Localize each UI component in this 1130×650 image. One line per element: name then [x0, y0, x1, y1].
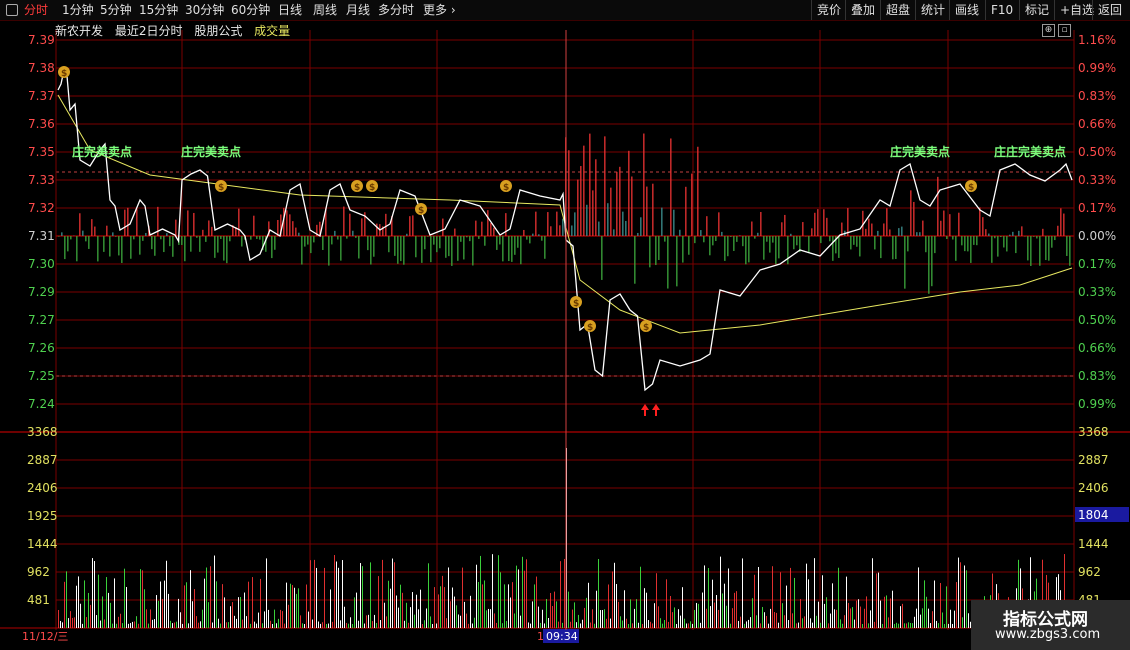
stock-name: 新农开发 [55, 24, 104, 38]
price-tick-left: 7.35 [28, 145, 55, 159]
money-bag-glyph: $ [369, 183, 375, 193]
intraday-chart[interactable]: 7.39 7.38 7.37 7.36 7.35 7.33 7.32 7.31 7.30 7.29… [0, 0, 1130, 650]
volume-tick-right: 1444 [1078, 537, 1109, 551]
sell-point-label: 庄完美卖点 [72, 144, 132, 159]
volume-tick-left: 2887 [27, 453, 58, 467]
window-icon[interactable] [6, 4, 18, 16]
sell-point-label: 庄完美卖点 [890, 144, 950, 159]
volume-tick-left: 3368 [27, 425, 58, 439]
price-line [57, 68, 1073, 392]
expand-icon[interactable]: ▫ [1058, 24, 1071, 37]
period-tab-2[interactable]: 5分钟 [100, 2, 132, 18]
buy-arrow-icon [652, 404, 660, 410]
price-tick-left: 7.36 [28, 117, 55, 131]
volume-tick-right: 3368 [1078, 425, 1109, 439]
price-tick-left: 7.30 [28, 257, 55, 271]
period-tab-10[interactable]: 更多 › [423, 2, 456, 18]
price-tick-right: 0.99% [1078, 397, 1116, 411]
toolbar-button-3[interactable]: 统计 [915, 0, 950, 20]
toolbar-button-4[interactable]: 画线 [949, 0, 984, 20]
period-tab-3[interactable]: 15分钟 [139, 2, 178, 18]
price-tick-left: 7.37 [28, 89, 55, 103]
price-tick-right: 0.17% [1078, 257, 1116, 271]
price-tick-right: 0.83% [1078, 369, 1116, 383]
info-bar: 新农开发 最近2日分时 股朋公式 成交量 [55, 22, 298, 38]
volume-tick-left: 1444 [27, 537, 58, 551]
toolbar-button-5[interactable]: F10 [985, 0, 1018, 20]
volume-tick-right: 2406 [1078, 481, 1109, 495]
price-tick-right: 0.17% [1078, 201, 1116, 215]
period-tab-1[interactable]: 1分钟 [62, 2, 94, 18]
period-toolbar: 分时 1分钟 5分钟 15分钟 30分钟 60分钟 日线 周线 月线 多分时 更多 › 竞价 叠加 超盘… [0, 0, 1130, 21]
price-tick-right: 0.66% [1078, 341, 1116, 355]
sell-point-label: 庄完美卖点 [181, 144, 241, 159]
period-tab-7[interactable]: 周线 [313, 2, 337, 18]
price-tick-left: 7.29 [28, 285, 55, 299]
watermark-url: www.zbgs3.com [995, 627, 1101, 642]
toolbar-button-6[interactable]: 标记 [1019, 0, 1054, 20]
price-tick-right: 0.50% [1078, 313, 1116, 327]
price-tick-right: 0.50% [1078, 145, 1116, 159]
range-label: 最近2日分时 [114, 24, 183, 38]
toolbar-button-1[interactable]: 叠加 [845, 0, 880, 20]
money-bag-glyph: $ [573, 299, 579, 309]
cursor-time: 09:34 [546, 630, 578, 643]
cursor-prefix: 1 [537, 630, 544, 643]
price-tick-right: 0.66% [1078, 117, 1116, 131]
signal-markers: 庄完美卖点 庄完美卖点 庄完美卖点 庄庄完美卖点 $ $ $ $ $ $ $ $ $ $ [58, 30, 1066, 630]
money-bag-glyph: $ [354, 183, 360, 193]
volume-tick-left: 481 [27, 593, 50, 607]
price-tick-left: 7.25 [28, 369, 55, 383]
site-watermark: 指标公式网 www.zbgs3.com [971, 600, 1130, 650]
buy-arrow-icon [641, 404, 649, 410]
money-bag-glyph: $ [643, 323, 649, 333]
volume-tick-right: 962 [1078, 565, 1101, 579]
period-tab-5[interactable]: 60分钟 [231, 2, 270, 18]
period-tab-4[interactable]: 30分钟 [185, 2, 224, 18]
price-tick-left: 7.33 [28, 173, 55, 187]
volume-tick-left: 962 [27, 565, 50, 579]
price-tick-left: 7.32 [28, 201, 55, 215]
period-tab-9[interactable]: 多分时 [378, 2, 414, 18]
toolbar-button-0[interactable]: 竞价 [811, 0, 846, 20]
price-tick-right: 0.99% [1078, 61, 1116, 75]
indicator-label[interactable]: 成交量 [254, 24, 290, 38]
money-bag-glyph: $ [968, 183, 974, 193]
money-bag-glyph: $ [503, 183, 509, 193]
money-bag-glyph: $ [418, 206, 424, 216]
price-tick-right: 0.33% [1078, 285, 1116, 299]
volume-tick-left: 1925 [27, 509, 58, 523]
chart-grid [0, 30, 1130, 630]
money-bag-glyph: $ [218, 183, 224, 193]
period-tab-8[interactable]: 月线 [346, 2, 370, 18]
price-tick-right: 0.83% [1078, 89, 1116, 103]
volume-current-value: 1804 [1078, 508, 1109, 522]
toolbar-button-8[interactable]: 返回 [1092, 0, 1127, 20]
buy-arrow-stem [644, 410, 646, 416]
volume-bars [58, 448, 1071, 628]
price-tick-left: 7.38 [28, 61, 55, 75]
price-tick-left: 7.31 [28, 229, 55, 243]
settings-icon[interactable]: ⊕ [1042, 24, 1055, 37]
buy-arrow-stem [655, 410, 657, 416]
price-tick-left: 7.39 [28, 33, 55, 47]
toolbar-button-2[interactable]: 超盘 [880, 0, 915, 20]
price-tick-left: 7.26 [28, 341, 55, 355]
volume-tick-left: 2406 [27, 481, 58, 495]
date-label: 11/12/三 [22, 630, 68, 643]
period-tab-0[interactable]: 分时 [24, 2, 48, 18]
price-tick-right: 0.00% [1078, 229, 1116, 243]
money-bag-glyph: $ [61, 69, 67, 79]
period-tab-6[interactable]: 日线 [278, 2, 302, 18]
money-bag-glyph: $ [587, 323, 593, 333]
price-tick-left: 7.27 [28, 313, 55, 327]
formula-label[interactable]: 股朋公式 [194, 24, 242, 38]
price-tick-left: 7.24 [28, 397, 55, 411]
sell-point-label: 庄庄完美卖点 [994, 144, 1066, 159]
price-tick-right: 1.16% [1078, 33, 1116, 47]
volume-tick-right: 2887 [1078, 453, 1109, 467]
price-tick-right: 0.33% [1078, 173, 1116, 187]
